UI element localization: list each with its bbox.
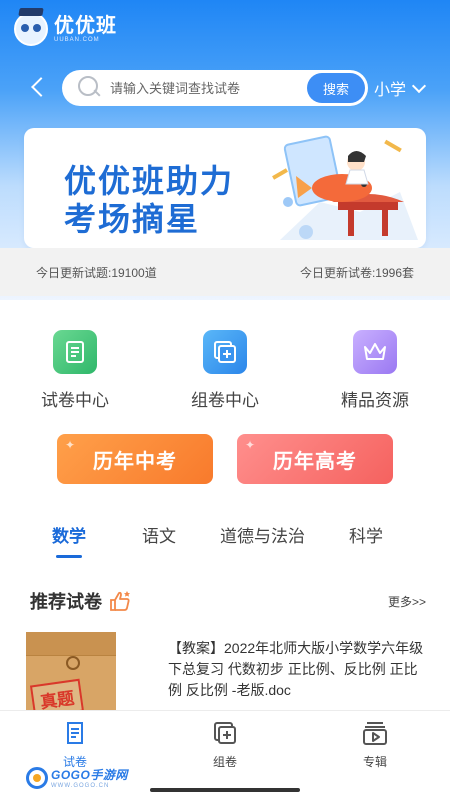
back-arrow-icon	[31, 77, 51, 97]
tab-math[interactable]: 数学	[52, 522, 86, 558]
add-paper-icon	[203, 330, 247, 374]
quick-link-label: 组卷中心	[191, 391, 259, 410]
search-icon	[74, 73, 104, 103]
real-exam-stamp: 真题	[29, 678, 85, 710]
section-title: 推荐试卷	[30, 592, 102, 612]
album-icon	[363, 722, 387, 745]
app-logo: 优优班 UUBAN.COM	[14, 12, 117, 46]
search-input[interactable]	[110, 80, 307, 96]
list-item[interactable]: 真题 【教案】2022年北师大版小学数学六年级下总复习 代数初步 正比例、反比例…	[26, 632, 426, 710]
thumbs-up-icon	[110, 591, 130, 611]
subject-tabs: 数学 语文 道德与法治 科学	[0, 522, 450, 558]
tab-chinese[interactable]: 语文	[142, 522, 176, 547]
quick-link-compose-center[interactable]: 组卷中心	[150, 330, 300, 411]
quick-link-label: 试卷中心	[41, 391, 109, 410]
nav-label: 专辑	[362, 755, 387, 769]
zhongkao-button[interactable]: ✦ 历年中考	[57, 434, 213, 484]
active-tab-indicator	[56, 555, 82, 558]
quick-link-paper-center[interactable]: 试卷中心	[0, 330, 150, 411]
logo-title: 优优班	[54, 15, 117, 37]
zhongkao-label: 历年中考	[93, 450, 177, 473]
paper-thumbnail: 真题	[26, 632, 116, 710]
watermark-logo-icon	[26, 766, 48, 789]
grade-label: 小学	[374, 82, 407, 99]
papers-update-count: 今日更新试卷:1996套	[299, 265, 414, 280]
banner-subheadline: 考场摘星	[64, 201, 201, 237]
scroll-icon	[53, 330, 97, 374]
mascot-icon	[14, 12, 48, 46]
tab-morality-law[interactable]: 道德与法治	[220, 522, 305, 547]
nav-item-compose[interactable]: 组卷	[150, 711, 300, 800]
quick-link-label: 精品资源	[341, 391, 409, 410]
sparkle-icon: ✦	[65, 438, 77, 452]
more-link[interactable]: 更多>>	[388, 593, 426, 610]
watermark-text: GOGO手游网	[51, 768, 128, 782]
back-button[interactable]	[24, 72, 52, 102]
paper-icon	[67, 722, 83, 744]
logo-subtitle: UUBAN.COM	[54, 37, 100, 43]
quick-link-premium-resources[interactable]: 精品资源	[300, 330, 450, 411]
stats-bar: 今日更新试题:19100道 今日更新试卷:1996套	[0, 248, 450, 296]
home-indicator[interactable]	[150, 788, 300, 792]
nav-item-albums[interactable]: 专辑	[300, 711, 450, 800]
promo-banner[interactable]: 优优班助力 考场摘星	[24, 128, 426, 248]
recommend-header: 推荐试卷 更多>>	[30, 588, 426, 614]
paper-title: 【教案】2022年北师大版小学数学六年级下总复习 代数初步 正比例、反比例 正比…	[168, 640, 424, 698]
gaokao-button[interactable]: ✦ 历年高考	[237, 434, 393, 484]
gaokao-label: 历年高考	[273, 450, 357, 473]
add-paper-icon	[214, 722, 236, 744]
nav-label: 组卷	[212, 755, 237, 769]
quick-links: 试卷中心 组卷中心 精品资源	[0, 330, 450, 411]
sparkle-icon: ✦	[245, 438, 257, 452]
tab-science[interactable]: 科学	[349, 522, 383, 547]
grade-selector[interactable]: 小学	[374, 76, 427, 100]
watermark-url: WWW.GOGO.CN	[51, 783, 110, 789]
banner-illustration	[272, 135, 418, 240]
search-bar: 搜索	[62, 70, 368, 106]
crown-icon	[353, 330, 397, 374]
search-button[interactable]: 搜索	[307, 73, 365, 103]
site-watermark: GOGO手游网 WWW.GOGO.CN	[26, 766, 128, 789]
questions-update-count: 今日更新试题:19100道	[36, 265, 157, 280]
chevron-down-icon	[411, 78, 427, 93]
